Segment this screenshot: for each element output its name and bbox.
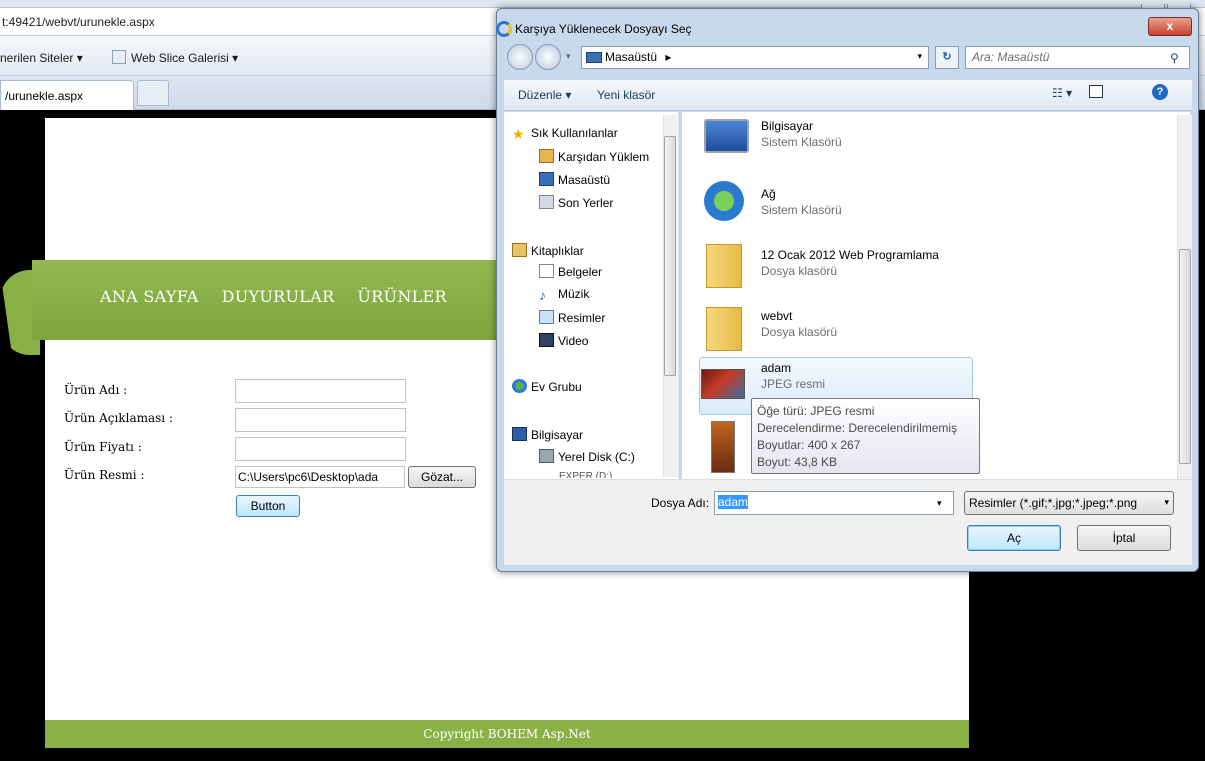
tooltip-rating: Derecelendirme: Derecelendirilmemiş [757, 421, 958, 435]
nav-pictures[interactable]: Resimler [539, 310, 605, 325]
file-type-filter[interactable]: Resimler (*.gif;*.jpg;*.jpeg;*.png ▾ [964, 491, 1174, 515]
filename-input[interactable]: adam [714, 491, 954, 515]
star-icon: ★ [512, 126, 525, 142]
ie-logo-icon [496, 21, 512, 37]
nav-documents[interactable]: Belgeler [539, 264, 602, 279]
product-image-label: Ürün Resmi : [64, 468, 145, 482]
nav-downloads[interactable]: Karşıdan Yüklem [539, 149, 649, 164]
page-footer: Copyright BOHEM Asp.Net [45, 720, 969, 748]
folder-icon [706, 307, 742, 351]
file-open-dialog: Karşıya Yüklenecek Dosyayı Seç x ▾ Masaü… [496, 8, 1199, 572]
tooltip-dimensions: Boyutlar: 400 x 267 [757, 438, 861, 452]
nav-homegroup[interactable]: Ev Grubu [512, 379, 582, 394]
homegroup-icon [512, 379, 527, 393]
cancel-button[interactable]: İptal [1077, 525, 1171, 551]
desktop-folder-icon [586, 52, 602, 64]
search-icon[interactable]: ⚲ [1170, 51, 1179, 65]
main-nav: ANA SAYFA DUYURULAR ÜRÜNLER [100, 287, 470, 306]
file-item-folder-webvt[interactable]: webvt Dosya klasörü [704, 307, 964, 353]
window-controls[interactable] [1139, 0, 1199, 11]
organize-button[interactable]: Düzenle ▾ [518, 88, 571, 102]
path-dropdown-icon[interactable]: ▾ [917, 51, 922, 62]
nav-music[interactable]: ♪ Müzik [539, 287, 589, 302]
favorites-web-slice-gallery[interactable]: Web Slice Galerisi ▾ [131, 51, 238, 65]
browse-button[interactable]: Gözat... [408, 466, 476, 488]
address-url[interactable]: t:49421/webvt/urunekle.aspx [2, 15, 155, 29]
nav-recent[interactable]: Son Yerler [539, 195, 613, 210]
filename-label: Dosya Adı: [651, 496, 710, 510]
nav-products[interactable]: ÜRÜNLER [357, 287, 446, 306]
music-icon: ♪ [539, 287, 546, 303]
folder-icon [706, 244, 742, 288]
filename-dropdown-icon[interactable]: ▾ [937, 498, 942, 509]
desktop-icon [539, 172, 554, 186]
downloads-icon [539, 149, 554, 163]
computer-icon [512, 427, 527, 441]
new-tab-button[interactable] [137, 80, 169, 106]
product-price-input[interactable] [235, 437, 406, 461]
product-desc-label: Ürün Açıklaması : [64, 411, 173, 425]
documents-icon [539, 264, 554, 278]
nav-video[interactable]: Video [539, 333, 588, 348]
back-arrow-icon[interactable] [507, 44, 533, 70]
image-thumbnail-icon[interactable] [711, 421, 735, 473]
tab-active[interactable]: /urunekle.aspx [0, 80, 134, 110]
favorites-suggested-sites[interactable]: nerilen Siteler ▾ [0, 51, 83, 65]
product-desc-input[interactable] [235, 408, 406, 432]
preview-pane-icon[interactable] [1089, 85, 1103, 98]
nav-home[interactable]: ANA SAYFA [100, 287, 199, 306]
navigation-pane [504, 112, 679, 479]
computer-icon [704, 119, 749, 153]
tab-title: /urunekle.aspx [5, 89, 84, 103]
window-top-strip [0, 0, 1205, 11]
filename-value: adam [718, 495, 749, 509]
image-thumbnail-icon [701, 369, 745, 399]
open-button[interactable]: Aç [967, 525, 1061, 551]
nav-libraries[interactable]: Kitaplıklar [512, 243, 584, 258]
breadcrumb-arrow-icon[interactable]: ▸ [665, 50, 671, 64]
nav-announcements[interactable]: DUYURULAR [222, 287, 335, 306]
library-icon [512, 243, 527, 257]
dialog-title: Karşıya Yüklenecek Dosyayı Seç [515, 22, 692, 36]
product-name-label: Ürün Adı : [64, 383, 128, 397]
view-options-icon[interactable]: ☷ ▾ [1052, 86, 1072, 100]
web-slice-icon [112, 50, 126, 64]
nav-desktop[interactable]: Masaüstü [539, 172, 610, 187]
nav-computer[interactable]: Bilgisayar [512, 427, 583, 442]
product-image-path[interactable]: C:\Users\pc6\Desktop\ada [235, 466, 405, 488]
new-folder-button[interactable]: Yeni klasör [597, 88, 655, 102]
file-item-computer[interactable]: Bilgisayar Sistem Klasörü [704, 119, 964, 165]
close-button[interactable]: x [1148, 17, 1192, 36]
product-name-input[interactable] [235, 379, 406, 403]
submit-button[interactable]: Button [236, 495, 300, 517]
file-info-tooltip: Öğe türü: JPEG resmi Derecelendirme: Der… [751, 398, 980, 474]
nav-pane-scroll-thumb[interactable] [664, 136, 676, 376]
recent-locations-dropdown-icon[interactable]: ▾ [566, 51, 571, 62]
file-item-folder-web-programming[interactable]: 12 Ocak 2012 Web Programlama Dosya klasö… [704, 244, 1004, 290]
nav-exper-drive[interactable]: EXPER (D:) [559, 471, 612, 478]
help-icon[interactable]: ? [1152, 84, 1168, 100]
video-icon [539, 333, 554, 347]
pictures-icon [539, 310, 554, 324]
network-icon [704, 181, 744, 221]
nav-favorites[interactable]: ★ Sık Kullanılanlar [512, 126, 618, 141]
path-breadcrumb[interactable]: Masaüstü ▸ ▾ [581, 46, 929, 69]
file-item-network[interactable]: Ağ Sistem Klasörü [704, 181, 964, 227]
file-list-scroll-thumb[interactable] [1179, 249, 1191, 464]
nav-local-disk[interactable]: Yerel Disk (C:) [539, 449, 635, 464]
recent-icon [539, 195, 554, 209]
search-input[interactable]: Ara: Masaüstü [965, 46, 1190, 69]
filter-dropdown-icon: ▾ [1164, 497, 1169, 508]
product-price-label: Ürün Fiyatı : [64, 440, 142, 454]
breadcrumb-desktop[interactable]: Masaüstü [605, 50, 657, 64]
drive-icon [539, 449, 554, 463]
forward-arrow-icon[interactable] [535, 44, 561, 70]
tooltip-size: Boyut: 43,8 KB [757, 455, 838, 469]
refresh-icon[interactable]: ↻ [935, 46, 959, 69]
tooltip-type: Öğe türü: JPEG resmi [757, 404, 875, 418]
